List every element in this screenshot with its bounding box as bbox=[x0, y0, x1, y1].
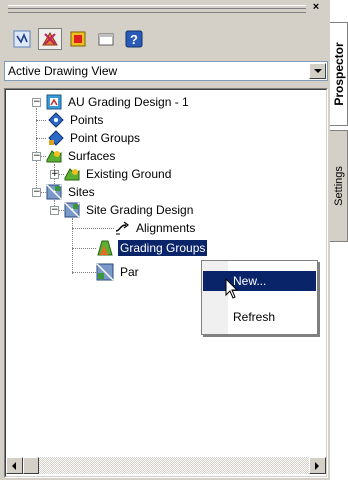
tree-node-root[interactable]: AU Grading Design - 1 bbox=[46, 93, 191, 111]
tree-node-label: Existing Ground bbox=[86, 167, 172, 181]
toolspace-panel: × ? Active Drawing View − AU Grading Des… bbox=[0, 0, 330, 480]
settings-view-icon bbox=[42, 32, 58, 46]
close-button[interactable]: × bbox=[308, 0, 324, 14]
tab-prospector[interactable]: Prospector bbox=[330, 22, 348, 126]
prospector-view-icon bbox=[13, 30, 31, 48]
surface-icon bbox=[64, 168, 80, 181]
tree-node-label: Points bbox=[70, 113, 104, 127]
tab-settings-label: Settings bbox=[332, 166, 345, 206]
menu-item-new[interactable]: New... bbox=[203, 271, 316, 291]
sites-icon bbox=[46, 184, 62, 200]
tab-settings[interactable]: Settings bbox=[330, 130, 348, 242]
help-button[interactable]: ? bbox=[122, 28, 146, 50]
close-icon: × bbox=[312, 1, 320, 13]
view-select-value: Active Drawing View bbox=[8, 64, 118, 78]
mouse-cursor-icon bbox=[225, 278, 239, 299]
svg-text:?: ? bbox=[130, 32, 138, 47]
toolspace-button[interactable] bbox=[94, 28, 118, 50]
prospector-view-button[interactable] bbox=[10, 28, 34, 50]
parcels-icon bbox=[96, 263, 114, 281]
settings-view-button[interactable] bbox=[38, 28, 62, 50]
toolbar: ? bbox=[10, 28, 146, 50]
tab-prospector-label: Prospector bbox=[331, 42, 346, 106]
horizontal-scrollbar[interactable] bbox=[6, 457, 326, 474]
toolspace-icon bbox=[98, 33, 114, 46]
tree-node-site-grading-design[interactable]: Site Grading Design bbox=[64, 201, 195, 219]
tree-node-label: Sites bbox=[68, 185, 95, 199]
site-icon bbox=[64, 202, 80, 218]
tree-node-label: Surfaces bbox=[68, 149, 116, 163]
points-icon bbox=[48, 112, 64, 128]
tree-node-existing-ground[interactable]: Existing Ground bbox=[64, 165, 173, 183]
tree-node-alignments[interactable]: Alignments bbox=[114, 219, 197, 237]
existing-ground-expander[interactable]: + bbox=[50, 170, 59, 179]
root-expander[interactable]: − bbox=[32, 98, 41, 107]
tree-node-point-groups[interactable]: Point Groups bbox=[48, 129, 142, 147]
survey-icon bbox=[70, 31, 86, 47]
site-grading-design-expander[interactable]: − bbox=[50, 206, 59, 215]
tree-node-label: Alignments bbox=[136, 221, 196, 235]
title-grip[interactable] bbox=[8, 5, 306, 13]
help-icon: ? bbox=[125, 30, 143, 48]
surfaces-expander[interactable]: − bbox=[32, 152, 41, 161]
menu-item-label: Refresh bbox=[233, 310, 276, 324]
tree-node-label: Point Groups bbox=[70, 131, 141, 145]
grading-groups-icon bbox=[97, 240, 113, 256]
context-menu: New... Refresh bbox=[201, 260, 318, 335]
surfaces-icon bbox=[46, 150, 62, 163]
scroll-track[interactable] bbox=[23, 457, 309, 474]
sites-expander[interactable]: − bbox=[32, 188, 41, 197]
view-select[interactable]: Active Drawing View bbox=[4, 61, 328, 81]
scroll-right-button[interactable] bbox=[309, 457, 326, 474]
tree-node-label: Par bbox=[120, 265, 139, 279]
chevron-left-icon bbox=[12, 461, 16, 470]
dropdown-button[interactable] bbox=[309, 63, 326, 79]
tree-node-label: Site Grading Design bbox=[86, 203, 194, 217]
scroll-left-button[interactable] bbox=[6, 457, 23, 474]
tree-node-label: Grading Groups bbox=[118, 240, 208, 256]
tree-node-grading-groups[interactable]: Grading Groups bbox=[96, 239, 208, 257]
tree-node-surfaces[interactable]: Surfaces bbox=[46, 147, 117, 165]
chevron-right-icon bbox=[315, 461, 319, 470]
menu-item-refresh[interactable]: Refresh bbox=[203, 307, 316, 327]
scroll-thumb[interactable] bbox=[23, 457, 39, 474]
tree-node-sites[interactable]: Sites bbox=[46, 183, 97, 201]
chevron-down-icon bbox=[313, 68, 322, 73]
alignments-icon bbox=[115, 221, 129, 235]
tree-node-parcels[interactable]: Par bbox=[96, 263, 141, 281]
drawing-icon bbox=[46, 94, 62, 110]
survey-button[interactable] bbox=[66, 28, 90, 50]
tree-node-points[interactable]: Points bbox=[48, 111, 105, 129]
tree-node-label: AU Grading Design - 1 bbox=[68, 95, 189, 109]
point-groups-icon bbox=[48, 130, 64, 146]
